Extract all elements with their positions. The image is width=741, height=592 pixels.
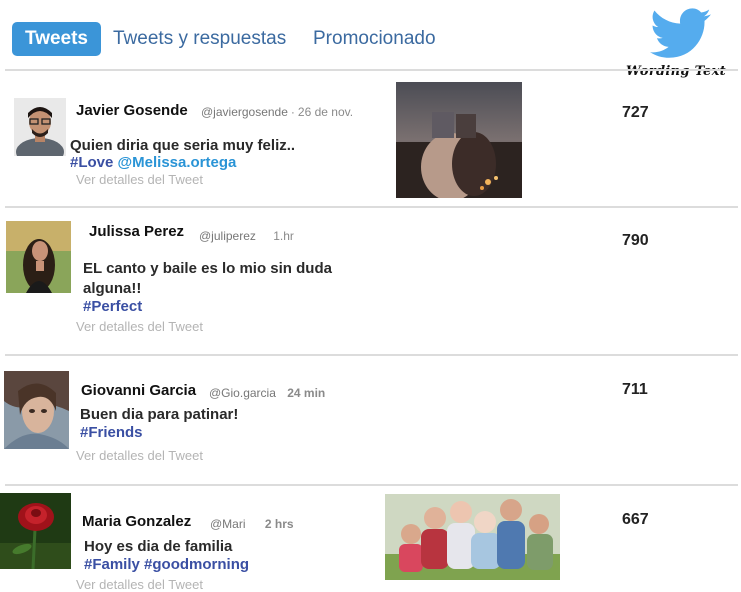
tab-tweets[interactable]: Tweets — [12, 22, 102, 56]
tweet-row: Maria Gonzalez @Mari 2 hrs Hoy es dia de… — [0, 486, 741, 592]
tweet-text: Buen dia para patinar! — [80, 406, 239, 423]
avatar[interactable] — [14, 98, 66, 156]
tweet-meta: @javiergosende · 26 de nov. — [201, 105, 353, 119]
hashtag-link[interactable]: #Perfect — [83, 298, 142, 315]
tweet-count: 711 — [622, 381, 648, 398]
tweet-time[interactable]: 2 hrs — [265, 517, 294, 531]
tweet-handle[interactable]: @javiergosende — [201, 105, 288, 119]
tab-tweets-y-respuestas[interactable]: Tweets y respuestas — [113, 22, 286, 56]
tweet-tags: #Family #goodmorning — [84, 556, 249, 573]
tweet-text: EL canto y baile es lo mio sin duda algu… — [83, 260, 332, 297]
tweet-author-name[interactable]: Julissa Perez — [89, 223, 184, 240]
tweet-meta: @Gio.garcia 24 min — [209, 386, 325, 400]
tweet-tags: #Love @Melissa.ortega — [70, 154, 236, 171]
view-tweet-details-link[interactable]: Ver detalles del Tweet — [76, 577, 203, 592]
tweet-row: Giovanni Garcia @Gio.garcia 24 min Buen … — [0, 356, 741, 484]
hashtag-link[interactable]: #Love — [70, 154, 113, 171]
tab-promocionado[interactable]: Promocionado — [313, 22, 436, 56]
mention-link[interactable]: @Melissa.ortega — [118, 154, 237, 171]
avatar[interactable] — [6, 221, 71, 293]
tweet-row: Julissa Perez @juliperez 1.hr EL canto y… — [0, 208, 741, 356]
tweet-text: Quien diria que seria muy feliz.. — [70, 137, 296, 154]
tweet-handle[interactable]: @Mari — [210, 517, 246, 531]
tweet-handle[interactable]: @Gio.garcia — [209, 386, 276, 400]
tweet-count: 790 — [622, 232, 649, 249]
twitter-bird-icon — [650, 8, 711, 58]
tweet-photo[interactable] — [385, 494, 560, 580]
view-tweet-details-link[interactable]: Ver detalles del Tweet — [76, 319, 203, 334]
tweet-tags: #Friends — [80, 424, 143, 441]
tweet-count: 727 — [622, 104, 649, 121]
tweet-photo[interactable] — [396, 82, 522, 198]
tweet-author-name[interactable]: Javier Gosende — [76, 102, 188, 119]
avatar[interactable] — [0, 493, 71, 569]
hashtag-link[interactable]: #Family #goodmorning — [84, 556, 249, 573]
view-tweet-details-link[interactable]: Ver detalles del Tweet — [76, 448, 203, 463]
avatar[interactable] — [4, 371, 69, 449]
tweet-text: Hoy es dia de familia — [84, 538, 233, 555]
tweet-meta: @Mari 2 hrs — [210, 517, 294, 531]
tweet-author-name[interactable]: Giovanni Garcia — [81, 382, 196, 399]
meta-separator: · — [290, 105, 295, 119]
tweet-row: Javier Gosende @javiergosende · 26 de nov.… — [0, 70, 741, 206]
tweet-meta: @juliperez 1.hr — [199, 229, 294, 243]
hashtag-link[interactable]: #Friends — [80, 424, 143, 441]
tweet-time[interactable]: 1.hr — [273, 229, 294, 243]
tweet-count: 667 — [622, 511, 649, 528]
tweet-author-name[interactable]: Maria Gonzalez — [82, 513, 191, 530]
tweet-tags: #Perfect — [83, 298, 142, 315]
tweet-time[interactable]: 26 de nov. — [298, 105, 353, 119]
view-tweet-details-link[interactable]: Ver detalles del Tweet — [76, 172, 203, 187]
tweet-time[interactable]: 24 min — [287, 386, 325, 400]
tweet-handle[interactable]: @juliperez — [199, 229, 256, 243]
